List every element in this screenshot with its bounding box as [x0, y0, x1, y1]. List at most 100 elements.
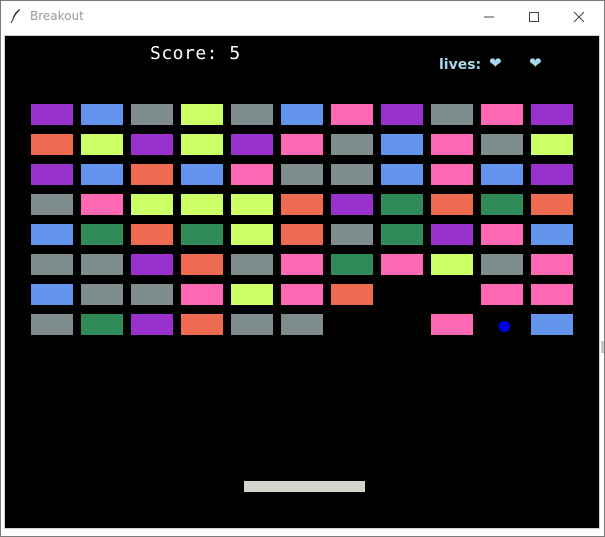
- brick: [381, 164, 423, 185]
- brick: [31, 254, 73, 275]
- minimize-button[interactable]: [466, 1, 512, 32]
- brick: [131, 254, 173, 275]
- brick: [481, 284, 523, 305]
- brick: [431, 314, 473, 335]
- brick: [331, 104, 373, 125]
- brick: [381, 224, 423, 245]
- game-canvas[interactable]: Score: 5 lives: ❤ ❤: [4, 35, 600, 529]
- brick: [531, 314, 573, 335]
- window-edge: [601, 341, 604, 353]
- brick: [281, 134, 323, 155]
- brick: [481, 134, 523, 155]
- brick: [131, 104, 173, 125]
- brick: [431, 254, 473, 275]
- brick: [281, 224, 323, 245]
- brick: [31, 224, 73, 245]
- window-title: Breakout: [30, 9, 84, 23]
- brick: [181, 194, 223, 215]
- brick: [481, 194, 523, 215]
- ball: [499, 321, 510, 332]
- close-icon: [573, 11, 585, 22]
- brick: [431, 164, 473, 185]
- title-bar[interactable]: Breakout: [1, 1, 604, 32]
- lives-label: lives:: [439, 57, 482, 73]
- brick: [131, 314, 173, 335]
- brick: [231, 314, 273, 335]
- brick: [531, 284, 573, 305]
- brick: [231, 224, 273, 245]
- brick: [281, 164, 323, 185]
- brick: [531, 164, 573, 185]
- feather-icon: [10, 9, 20, 24]
- brick: [431, 104, 473, 125]
- paddle[interactable]: [244, 481, 365, 492]
- brick: [231, 194, 273, 215]
- brick: [331, 284, 373, 305]
- brick: [181, 164, 223, 185]
- close-button[interactable]: [556, 1, 602, 32]
- maximize-button[interactable]: [511, 1, 557, 32]
- brick: [531, 224, 573, 245]
- brick: [181, 104, 223, 125]
- brick: [31, 104, 73, 125]
- game-window: Breakout Score: 5 lives: ❤ ❤: [0, 0, 605, 537]
- brick: [81, 104, 123, 125]
- brick: [331, 134, 373, 155]
- brick: [531, 254, 573, 275]
- brick: [531, 194, 573, 215]
- brick: [431, 224, 473, 245]
- brick: [331, 254, 373, 275]
- brick: [231, 104, 273, 125]
- brick: [181, 254, 223, 275]
- brick: [331, 224, 373, 245]
- life-heart-icon: ❤: [489, 54, 502, 72]
- life-heart-icon: ❤: [529, 54, 542, 72]
- brick: [481, 254, 523, 275]
- brick: [281, 104, 323, 125]
- brick: [31, 134, 73, 155]
- brick: [181, 224, 223, 245]
- brick: [281, 314, 323, 335]
- brick: [381, 194, 423, 215]
- brick: [131, 164, 173, 185]
- brick: [81, 194, 123, 215]
- brick: [131, 194, 173, 215]
- brick: [31, 284, 73, 305]
- brick: [231, 164, 273, 185]
- brick: [31, 314, 73, 335]
- brick: [131, 224, 173, 245]
- brick: [81, 164, 123, 185]
- brick: [81, 284, 123, 305]
- brick: [81, 314, 123, 335]
- minimize-icon: [484, 16, 494, 17]
- brick: [81, 254, 123, 275]
- brick: [231, 284, 273, 305]
- brick: [231, 134, 273, 155]
- brick: [381, 134, 423, 155]
- brick: [331, 194, 373, 215]
- brick: [181, 134, 223, 155]
- brick: [131, 134, 173, 155]
- brick: [481, 164, 523, 185]
- brick: [31, 164, 73, 185]
- brick: [281, 194, 323, 215]
- brick: [481, 224, 523, 245]
- brick: [81, 224, 123, 245]
- brick: [181, 284, 223, 305]
- brick: [281, 254, 323, 275]
- brick: [31, 194, 73, 215]
- brick: [181, 314, 223, 335]
- brick: [281, 284, 323, 305]
- brick: [331, 164, 373, 185]
- brick: [81, 134, 123, 155]
- brick: [431, 194, 473, 215]
- brick: [531, 134, 573, 155]
- score-display: Score: 5: [150, 43, 241, 64]
- brick: [481, 104, 523, 125]
- brick: [431, 134, 473, 155]
- brick: [231, 254, 273, 275]
- maximize-icon: [529, 11, 539, 22]
- brick: [131, 284, 173, 305]
- brick: [531, 104, 573, 125]
- brick: [381, 254, 423, 275]
